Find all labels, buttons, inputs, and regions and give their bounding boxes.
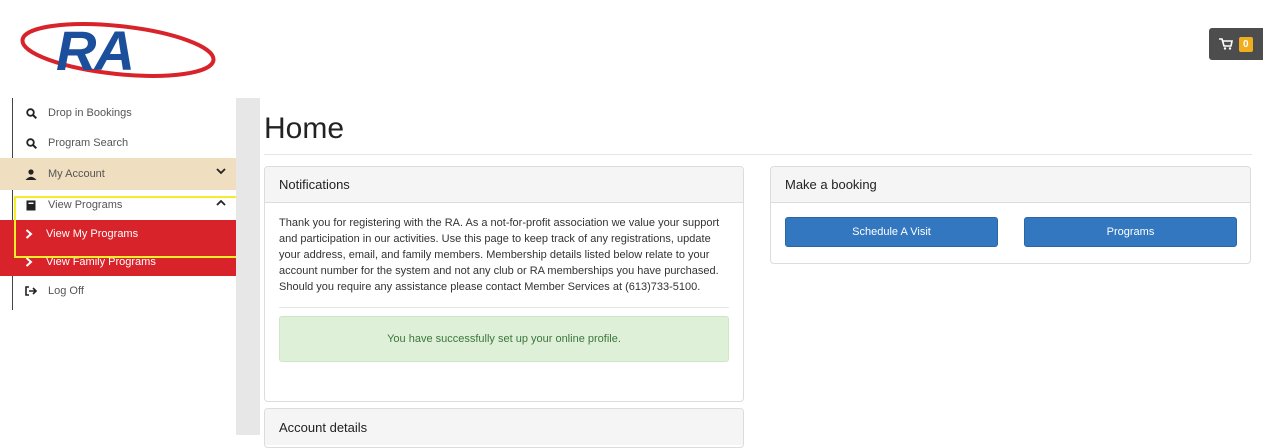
sidebar-item-label: Drop in Bookings [48, 107, 132, 119]
ra-logo[interactable]: RA [18, 14, 218, 84]
schedule-visit-button[interactable]: Schedule A Visit [785, 217, 998, 247]
sidebar-item-label: Log Off [48, 285, 84, 297]
sidebar: Drop in Bookings Program Search My Accou… [0, 98, 236, 306]
page-title: Home [264, 112, 345, 145]
sidebar-item-label: View Programs [48, 199, 123, 211]
logo-text: RA [56, 19, 135, 82]
sidebar-item-log-off[interactable]: Log Off [0, 276, 236, 306]
programs-button[interactable]: Programs [1024, 217, 1237, 247]
sidebar-item-label: View My Programs [46, 228, 139, 240]
cart-button[interactable]: 0 [1209, 28, 1263, 60]
notifications-text: Thank you for registering with the RA. A… [279, 217, 720, 293]
cart-icon [1219, 38, 1233, 50]
chevron-right-icon [22, 257, 36, 267]
cart-count-badge: 0 [1239, 36, 1253, 52]
chevron-right-icon [22, 229, 36, 239]
account-details-panel: Account details [264, 408, 744, 448]
chevron-up-icon[interactable] [216, 198, 226, 210]
sign-out-icon [24, 286, 38, 296]
user-icon [24, 168, 38, 180]
search-icon [24, 107, 38, 119]
sidebar-item-program-search[interactable]: Program Search [0, 128, 236, 158]
success-alert: You have successfully set up your online… [279, 316, 729, 362]
sidebar-item-my-account[interactable]: My Account [0, 158, 236, 190]
account-details-heading: Account details [265, 409, 743, 445]
title-divider [264, 154, 1252, 155]
sidebar-item-view-family-programs[interactable]: View Family Programs [0, 248, 236, 276]
content-gutter [236, 98, 260, 435]
sidebar-item-label: View Family Programs [46, 256, 156, 268]
notifications-heading: Notifications [265, 167, 743, 203]
sidebar-item-label: Program Search [48, 137, 129, 149]
notifications-panel: Notifications Thank you for registering … [264, 166, 744, 402]
make-booking-heading: Make a booking [771, 167, 1250, 203]
make-booking-panel: Make a booking Schedule A Visit Programs [770, 166, 1251, 264]
book-icon [24, 200, 38, 211]
sidebar-item-view-my-programs[interactable]: View My Programs [0, 220, 236, 248]
header: RA 0 [0, 0, 1263, 96]
sidebar-item-drop-in-bookings[interactable]: Drop in Bookings [0, 98, 236, 128]
sidebar-item-label: My Account [48, 168, 105, 180]
search-icon [24, 137, 38, 149]
chevron-down-icon[interactable] [216, 166, 226, 178]
main-content: Home Notifications Thank you for registe… [262, 98, 1263, 448]
notifications-divider [279, 307, 729, 308]
sidebar-item-view-programs[interactable]: View Programs [0, 190, 236, 220]
notifications-body: Thank you for registering with the RA. A… [265, 203, 743, 362]
